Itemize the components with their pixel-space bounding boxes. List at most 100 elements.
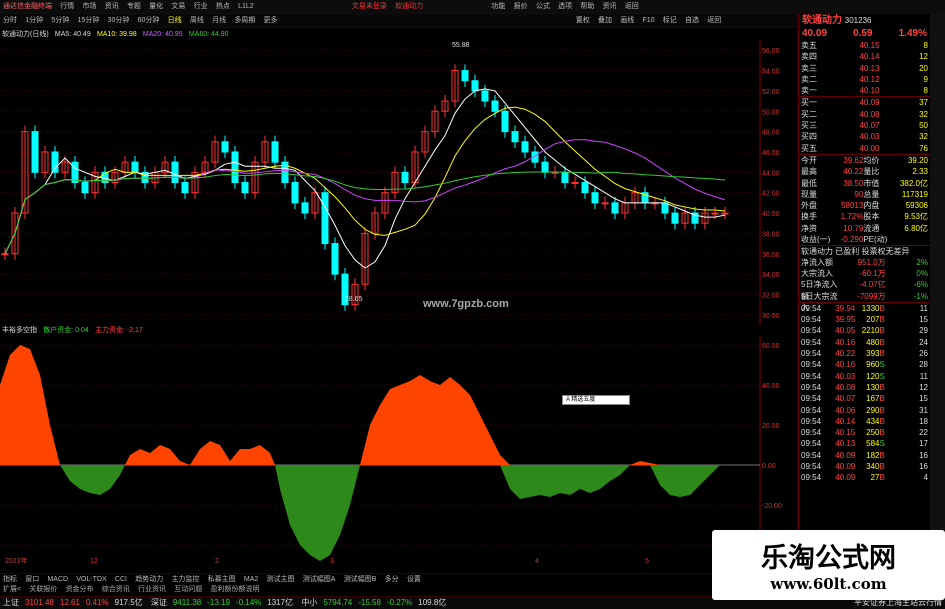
tool-button[interactable]: 画线 xyxy=(617,14,637,27)
menu-right[interactable]: 资讯 xyxy=(600,0,620,13)
indicator-tab[interactable]: MA2 xyxy=(241,575,261,583)
indicator-tab[interactable]: 设置 xyxy=(404,575,424,583)
menu-item[interactable]: 专题 xyxy=(124,0,144,13)
indicator-tab[interactable]: 多分 xyxy=(382,575,402,583)
info-tab[interactable]: 扩展< xyxy=(0,586,24,593)
candle-body xyxy=(231,151,239,184)
tick-row-cell: 40.08 xyxy=(835,382,856,392)
high-label: 55.88 xyxy=(452,42,470,49)
period-tab[interactable]: 分时 xyxy=(0,14,20,27)
stat-row-cell: 2.33 xyxy=(912,167,928,177)
index-label[interactable]: 深证 xyxy=(148,597,170,609)
menu-right[interactable]: 报价 xyxy=(511,0,531,13)
stat-row-cell: 59306 xyxy=(905,201,928,211)
menu-right[interactable]: 功能 xyxy=(488,0,508,13)
ask-row-cell: 卖一 xyxy=(801,86,817,96)
bid-row-cell: 买三 xyxy=(801,121,817,131)
ask-row-cell: 卖三 xyxy=(801,63,817,73)
info-tab[interactable]: 互动问题 xyxy=(171,586,205,593)
bid-row-cell: 买一 xyxy=(801,98,817,108)
menu-item[interactable]: 文易 xyxy=(168,0,188,13)
quote-panel: 软通动力 301236 40.09 0.59 1.49% 卖五 40.15 8 卖四 40.… xyxy=(798,14,930,596)
indicator-tab[interactable]: 趋势动力 xyxy=(132,575,166,583)
login-status[interactable]: 文易未登录 xyxy=(349,0,390,13)
info-tab[interactable]: 资金分布 xyxy=(63,586,97,593)
tool-button[interactable]: 自选 xyxy=(682,14,702,27)
period-tab[interactable]: 1分钟 xyxy=(22,14,46,27)
period-tab[interactable]: 多周期 xyxy=(231,14,258,27)
indicator-tab[interactable]: 主力监控 xyxy=(168,575,202,583)
period-tab[interactable]: 60分钟 xyxy=(135,14,163,27)
kline-chart[interactable]: 56.00 54.00 52.00 50.00 48.00 46.00 44.00 42.00… xyxy=(0,40,798,325)
tool-button[interactable]: 返回 xyxy=(704,14,724,27)
tick-list[interactable]: 09:54 39.94 1330 B 11 09:54 39.95 207 B 15 09:54 40… xyxy=(799,301,930,484)
menu-item[interactable]: 市场 xyxy=(79,0,99,13)
indicator-tab[interactable]: CCI xyxy=(112,575,130,583)
period-tab[interactable]: 月线 xyxy=(209,14,229,27)
indicator-tab[interactable]: 指标 xyxy=(0,575,20,583)
tick-row-cell: 09:54 xyxy=(801,315,822,325)
tick-row-cell: 09:54 xyxy=(801,394,822,404)
menu-right[interactable]: 帮助 xyxy=(577,0,597,13)
tick-row-cell: 15 xyxy=(919,315,928,325)
stat-row-cell: 最低 xyxy=(801,178,817,188)
ask-row-cell: 40.15 xyxy=(859,41,880,50)
bid-row: 买三 40.07 50 xyxy=(799,120,930,131)
period-tab[interactable]: 周线 xyxy=(187,14,207,27)
indicator-tab[interactable]: 测试主图 xyxy=(264,575,298,583)
period-tab[interactable]: 15分钟 xyxy=(75,14,103,27)
indicator-tab[interactable]: 私募主图 xyxy=(205,575,239,583)
main-flow: 主力资金: -2.17 xyxy=(94,327,143,334)
period-tab-active[interactable]: 日线 xyxy=(165,14,185,27)
indicator-tab[interactable]: 窗口 xyxy=(22,575,42,583)
menu-right[interactable]: 选项 xyxy=(555,0,575,13)
tick-row-cell: 15 xyxy=(919,394,928,404)
indicator-tab[interactable]: VOL-TDX xyxy=(73,575,109,583)
tool-button[interactable]: 标记 xyxy=(660,14,680,27)
period-tab[interactable]: 30分钟 xyxy=(105,14,133,27)
menu-right[interactable]: 公式 xyxy=(533,0,553,13)
tick-row-cell: 26 xyxy=(919,349,928,359)
menu-item[interactable]: 行业 xyxy=(191,0,211,13)
info-tab[interactable]: 盈利额份额说明 xyxy=(208,586,263,593)
period-tab[interactable]: 更多 xyxy=(261,14,281,27)
menu-item[interactable]: 热点 xyxy=(213,0,233,13)
ask-row: 卖三 40.13 20 xyxy=(799,63,930,74)
ask-row-cell: 12 xyxy=(919,52,928,62)
side-toolbar[interactable] xyxy=(930,14,945,596)
menu-right[interactable]: 返回 xyxy=(622,0,642,13)
popup-tooltip[interactable]: A 精选五度 xyxy=(562,395,630,405)
index-amount: 109.8亿 xyxy=(418,598,447,607)
tool-button[interactable]: 叠加 xyxy=(595,14,615,27)
stat-row-cell: 今开 xyxy=(801,155,817,165)
indicator-tab[interactable]: 测试幅图B xyxy=(341,575,380,583)
candle-body xyxy=(241,182,249,194)
index-label[interactable]: 中小 xyxy=(298,597,320,609)
indicator-tab[interactable]: 测试幅图A xyxy=(300,575,339,583)
info-tab[interactable]: 行业资讯 xyxy=(135,586,169,593)
info-tab[interactable]: 综合资讯 xyxy=(99,586,133,593)
menu-item[interactable]: 行情 xyxy=(57,0,77,13)
tool-button[interactable]: 置权 xyxy=(573,14,593,27)
stat-row-cell: 10.79 xyxy=(843,223,864,233)
price-tick: 50.00 xyxy=(762,109,780,116)
index-label[interactable]: 上证 xyxy=(0,597,22,609)
candle-body xyxy=(491,100,499,112)
price-tick: 40.00 xyxy=(762,211,780,218)
stat-row: 外盘 58013 内盘 59306 xyxy=(799,200,930,211)
stat-row-cell: 39.20 xyxy=(907,155,928,165)
indicator-tab[interactable]: MACD xyxy=(44,575,71,583)
menu-item[interactable]: 量化 xyxy=(146,0,166,13)
indicator-chart[interactable]: 60.0040.0020.000.00-20.00-40.002023年1223… xyxy=(0,335,798,565)
period-tab[interactable]: 5分钟 xyxy=(48,14,72,27)
tick-row-cell: S xyxy=(879,439,885,449)
menu-item[interactable]: 资讯 xyxy=(102,0,122,13)
candle-body xyxy=(661,202,669,214)
info-tab[interactable]: 关联报价 xyxy=(26,586,60,593)
ask-row-cell: 40.10 xyxy=(859,86,880,96)
tick-row-cell: 434 xyxy=(866,416,880,426)
menu-item[interactable]: L1L2 xyxy=(235,0,257,13)
tool-button[interactable]: F10 xyxy=(639,14,657,27)
tick-row: 09:54 40.09 340 B 16 xyxy=(799,461,930,472)
flow-row-cell: 0% xyxy=(916,268,928,278)
